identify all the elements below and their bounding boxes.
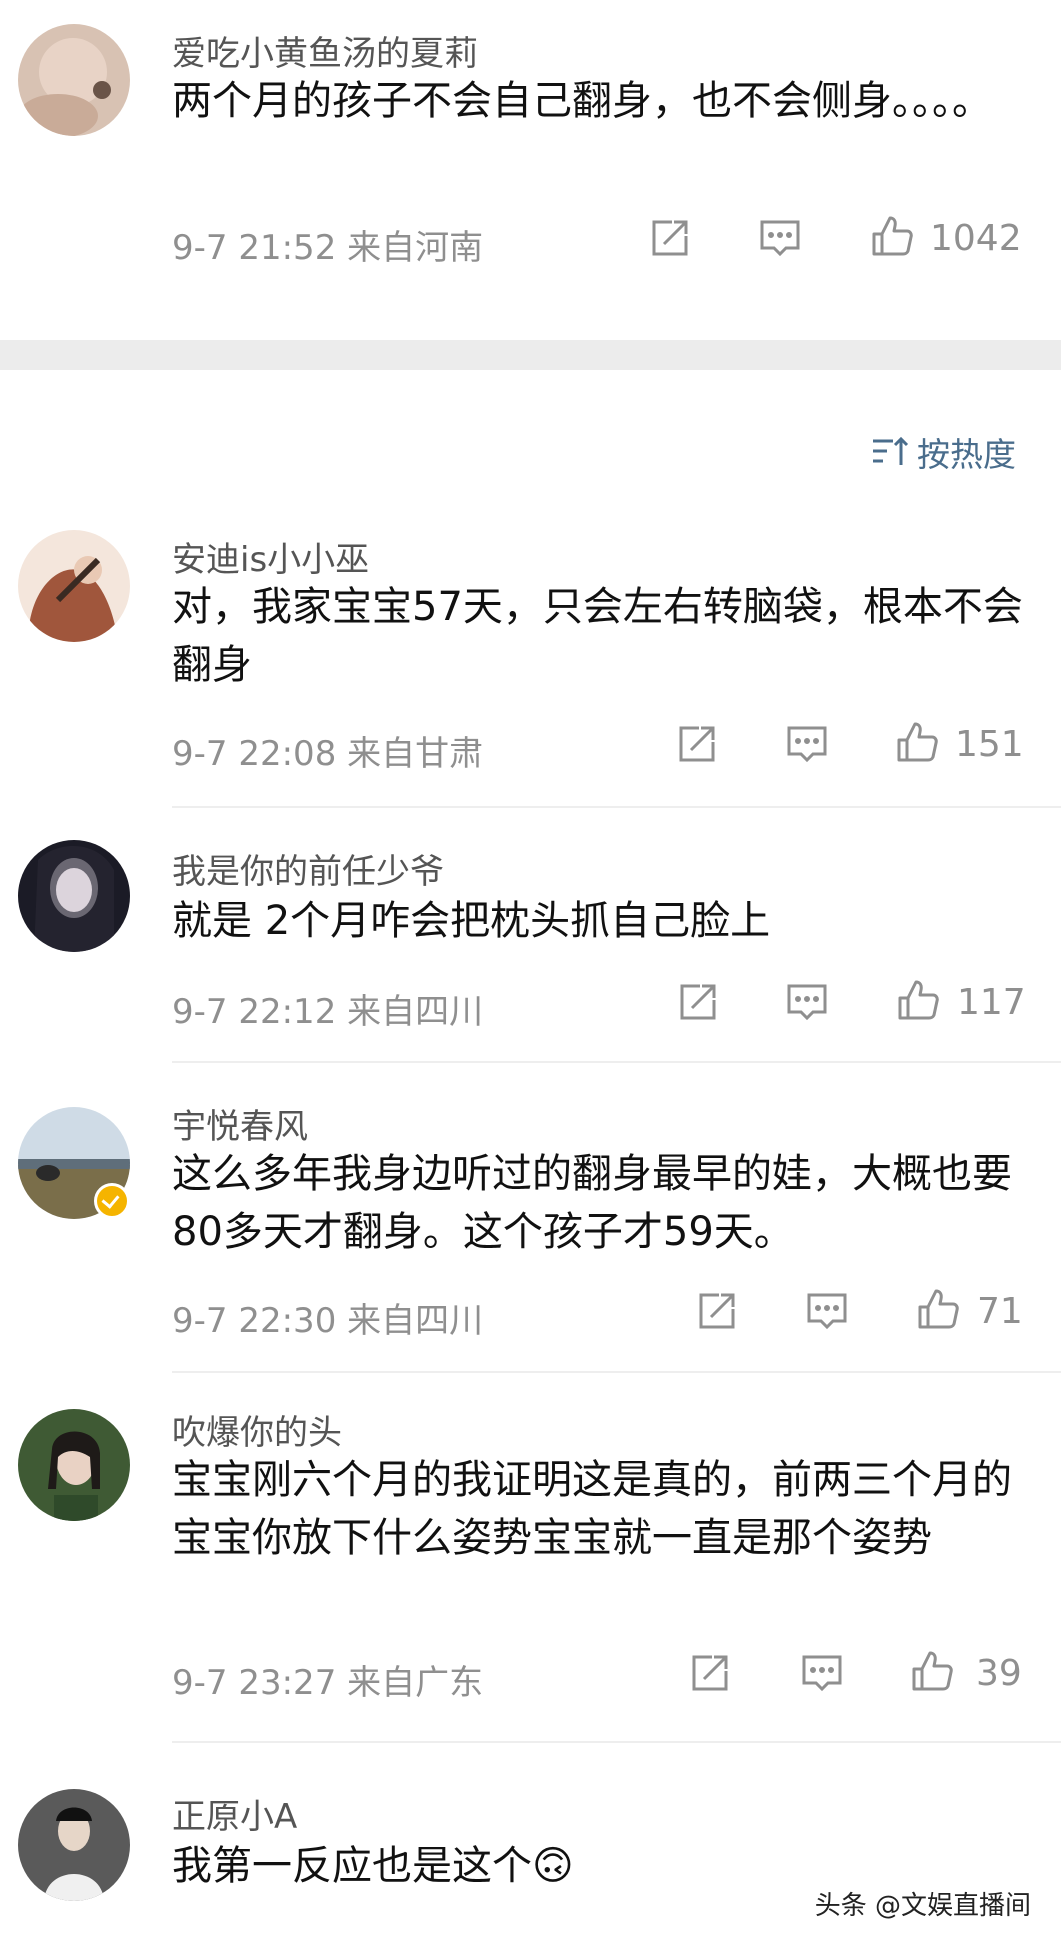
comment-icon[interactable] <box>800 1651 844 1695</box>
comment-meta: 9-7 22:30 来自四川 <box>172 1293 483 1342</box>
comment-icon[interactable] <box>785 722 829 766</box>
avatar[interactable] <box>18 1409 130 1521</box>
like-icon[interactable] <box>910 1649 954 1693</box>
username[interactable]: 吹爆你的头 <box>172 1405 342 1454</box>
timestamp: 9-7 21:52 <box>172 228 337 268</box>
like-icon[interactable] <box>870 214 914 258</box>
verified-badge-icon <box>94 1183 130 1219</box>
sort-icon <box>873 436 909 465</box>
avatar[interactable] <box>18 840 130 952</box>
comment-text: 这么多年我身边听过的翻身最早的娃，大概也要80多天才翻身。这个孩子才59天。 <box>172 1151 1012 1255</box>
comment-meta: 9-7 22:08 来自甘肃 <box>172 726 483 775</box>
username[interactable]: 安迪is小小巫 <box>172 532 369 581</box>
comment-item-4: 宇悦春风 这么多年我身边听过的翻身最早的娃，大概也要80多天才翻身。这个孩子才5… <box>0 1063 1061 1373</box>
location: 来自甘肃 <box>347 734 484 774</box>
comment-text: 两个月的孩子不会自己翻身，也不会侧身。。。。 <box>172 78 992 124</box>
comment-icon[interactable] <box>785 980 829 1024</box>
comment-item-3: 我是你的前任少爷 就是 2个月咋会把枕头抓自己脸上 9-7 22:12 来自四川… <box>0 808 1061 1063</box>
comment-meta: 9-7 21:52 来自河南 <box>172 220 483 269</box>
avatar[interactable] <box>18 1789 130 1901</box>
share-icon[interactable] <box>676 980 720 1024</box>
comment-meta: 9-7 23:27 来自广东 <box>172 1655 483 1704</box>
like-icon[interactable] <box>896 978 940 1022</box>
comment-text: 宝宝刚六个月的我证明这是真的，前两三个月的宝宝你放下什么姿势宝宝就一直是那个姿势 <box>172 1457 1012 1561</box>
section-divider <box>0 340 1061 370</box>
like-icon[interactable] <box>895 720 939 764</box>
comment-meta: 9-7 22:12 来自四川 <box>172 984 483 1033</box>
avatar[interactable] <box>18 24 130 136</box>
comment-text: 就是 2个月咋会把枕头抓自己脸上 <box>172 898 771 944</box>
location: 来自广东 <box>347 1663 484 1703</box>
comment-item-1: 爱吃小黄鱼汤的夏莉 两个月的孩子不会自己翻身，也不会侧身。。。。 9-7 21:… <box>0 0 1061 340</box>
comment-icon[interactable] <box>805 1289 849 1333</box>
share-icon[interactable] <box>695 1289 739 1333</box>
sort-label: 按热度 <box>917 435 1016 474</box>
comment-item-2: 安迪is小小巫 对，我家宝宝57天，只会左右转脑袋，根本不会翻身 9-7 22:… <box>0 500 1061 808</box>
comment-item-5: 吹爆你的头 宝宝刚六个月的我证明这是真的，前两三个月的宝宝你放下什么姿势宝宝就一… <box>0 1373 1061 1743</box>
like-count: 1042 <box>930 218 1022 259</box>
username[interactable]: 宇悦春风 <box>172 1099 308 1148</box>
like-count: 39 <box>976 1653 1022 1694</box>
location: 来自四川 <box>347 992 484 1032</box>
location: 来自四川 <box>347 1301 484 1341</box>
timestamp: 9-7 23:27 <box>172 1663 337 1703</box>
comment-icon[interactable] <box>758 216 802 260</box>
like-count: 71 <box>977 1291 1023 1332</box>
like-count: 151 <box>955 724 1024 765</box>
username[interactable]: 我是你的前任少爷 <box>172 844 444 893</box>
location: 来自河南 <box>347 228 484 268</box>
like-icon[interactable] <box>916 1287 960 1331</box>
share-icon[interactable] <box>648 216 692 260</box>
share-icon[interactable] <box>675 722 719 766</box>
like-count: 117 <box>957 982 1026 1023</box>
share-icon[interactable] <box>688 1651 732 1695</box>
username[interactable]: 正原小A <box>172 1789 297 1838</box>
username[interactable]: 爱吃小黄鱼汤的夏莉 <box>172 26 478 75</box>
timestamp: 9-7 22:30 <box>172 1301 337 1341</box>
watermark: 头条 @文娱直播间 <box>814 1891 1031 1921</box>
timestamp: 9-7 22:12 <box>172 992 337 1032</box>
comment-text: 对，我家宝宝57天，只会左右转脑袋，根本不会翻身 <box>172 584 1023 688</box>
timestamp: 9-7 22:08 <box>172 734 337 774</box>
avatar[interactable] <box>18 530 130 642</box>
sort-by-hot-button[interactable]: 按热度 <box>871 428 1016 476</box>
